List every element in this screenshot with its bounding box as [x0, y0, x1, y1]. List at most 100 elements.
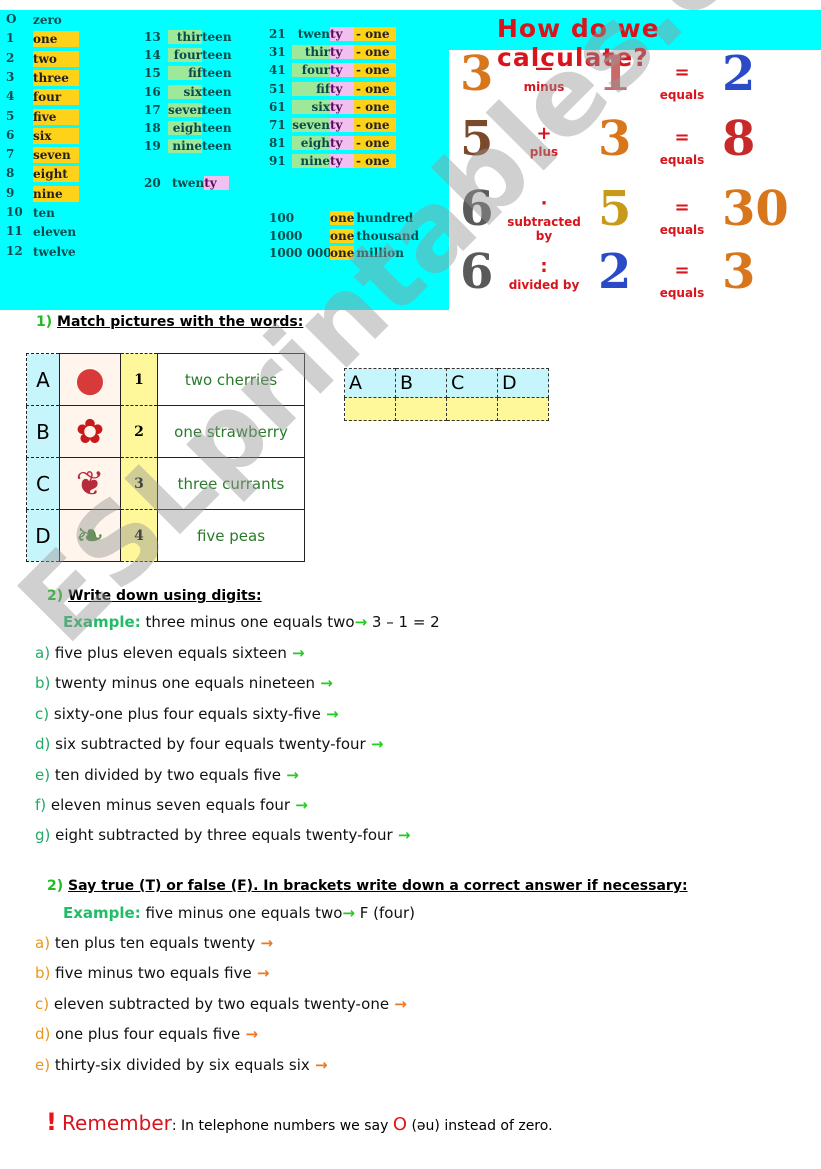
number-digit: 11	[6, 224, 23, 239]
exercise-item: f) eleven minus seven equals four →	[35, 796, 308, 814]
number-word: three	[33, 69, 79, 86]
operator-label: plus	[529, 145, 559, 159]
number-digit: 15	[144, 66, 161, 81]
exercise-item: e) ten divided by two equals five →	[35, 766, 299, 784]
exercise-1-heading: 1) Match pictures with the words:	[36, 314, 303, 330]
exercise-item: a) ten plus ten equals twenty →	[35, 934, 273, 952]
number-word: eighty - one	[292, 136, 396, 151]
equals-label: equals	[659, 286, 705, 300]
exercise-item: b) five minus two equals five →	[35, 964, 270, 982]
number-word: thirteen	[168, 30, 232, 44]
item-letter: b)	[35, 964, 51, 983]
equals-symbol: =	[674, 127, 690, 148]
exercise-item: g) eight subtracted by three equals twen…	[35, 826, 410, 844]
arrow-icon: →	[240, 1025, 259, 1044]
word-stem: fif	[168, 66, 202, 81]
exercise-item: a) five plus eleven equals sixteen →	[35, 644, 305, 662]
word-stem: thir	[292, 45, 330, 60]
example-answer: F (four)	[359, 904, 416, 922]
word-stem: nine	[292, 154, 330, 169]
item-text: one plus four equals five	[50, 1025, 241, 1044]
number-word: one million	[330, 246, 404, 260]
remember-note: ! Remember: In telephone numbers we say …	[46, 1108, 553, 1136]
word-stem: six	[168, 84, 202, 99]
row-number: 1	[120, 353, 158, 406]
word-suffix: teen	[202, 102, 232, 117]
number-word: five	[33, 108, 79, 125]
exercise-item: d) six subtracted by four equals twenty-…	[35, 735, 384, 753]
equals-label: equals	[659, 88, 705, 102]
exercise-item: c) eleven subtracted by two equals twent…	[35, 995, 407, 1013]
word-end: - one	[354, 45, 396, 60]
word-stem: twen	[172, 176, 205, 190]
row-letter: B	[26, 405, 60, 458]
row-letter: C	[26, 457, 60, 510]
digit-a-image: 3	[460, 46, 494, 102]
item-text: eight subtracted by three equals twenty-…	[50, 826, 393, 845]
arrow-icon: →	[354, 613, 368, 631]
number-digit: 17	[144, 102, 161, 117]
row-number: 4	[120, 509, 158, 562]
number-word: seventeen	[168, 102, 232, 117]
row-word: three currants	[157, 457, 305, 510]
word-mid: ty	[330, 63, 354, 78]
word-mid: ty	[330, 27, 354, 41]
word-end: - one	[354, 118, 396, 132]
number-digit: 1	[6, 31, 15, 46]
exercise-2-example: Example: three minus one equals two→ 3 –…	[63, 613, 440, 631]
number-word: eight	[33, 166, 79, 183]
number-digit: 16	[144, 84, 161, 99]
digit-a-image: 6	[460, 181, 494, 237]
number-digit: 2	[6, 50, 15, 65]
answer-blank[interactable]	[497, 397, 549, 421]
digit-a-image: 5	[460, 111, 494, 167]
number-digit: 1000 000	[269, 246, 332, 260]
remember-label: Remember	[62, 1111, 172, 1135]
number-word: thirty - one	[292, 45, 396, 60]
word-suffix: ty	[204, 176, 229, 190]
arrow-icon: →	[392, 826, 411, 845]
row-letter: A	[26, 353, 60, 406]
digit-b-image: 3	[598, 111, 632, 167]
example-text: three minus one equals two	[145, 613, 355, 631]
item-letter: f)	[35, 796, 47, 814]
word-rest: thousand	[356, 228, 420, 243]
table-row: D ❧ 4 five peas	[26, 509, 305, 562]
word-suffix: teen	[202, 66, 232, 81]
number-digit: 61	[269, 99, 286, 114]
answer-letter: B	[395, 368, 447, 398]
table-row: B ✿ 2 one strawberry	[26, 405, 305, 458]
number-digit: 51	[269, 81, 286, 96]
exercise-item: e) thirty-six divided by six equals six …	[35, 1056, 328, 1074]
item-text: twenty minus one equals nineteen	[50, 674, 316, 693]
operator-symbol: ·	[540, 193, 548, 214]
item-text: ten plus ten equals twenty	[50, 934, 256, 952]
answer-letter: D	[497, 368, 549, 398]
result-image: 8	[722, 111, 756, 167]
number-digit: 41	[269, 63, 286, 78]
operator-label: minus	[523, 80, 565, 94]
word-rest: million	[356, 246, 405, 260]
strawberry-image: ●	[59, 353, 121, 406]
answer-blank[interactable]	[344, 397, 396, 421]
number-digit: 71	[269, 118, 286, 132]
number-word: two	[33, 50, 79, 67]
exercise-title: Say true (T) or false (F). In brackets w…	[68, 878, 688, 894]
word-stem: four	[292, 63, 330, 78]
word-one: one	[330, 211, 355, 225]
number-digit: 21	[269, 27, 286, 41]
answer-blank[interactable]	[446, 397, 498, 421]
number-word: eighteen	[168, 121, 232, 135]
number-digit: 20	[144, 176, 161, 190]
result-image: 30	[722, 181, 789, 237]
answer-blank[interactable]	[395, 397, 447, 421]
word-end: - one	[354, 63, 396, 78]
row-word: two cherries	[157, 353, 305, 406]
equals-symbol: =	[674, 260, 690, 281]
word-end: - one	[354, 154, 396, 169]
item-letter: d)	[35, 1025, 51, 1044]
fruit-icon: ❧	[75, 515, 105, 556]
item-letter: d)	[35, 735, 51, 754]
word-stem: six	[292, 99, 330, 114]
exercise-3-example: Example: five minus one equals two→ F (f…	[63, 904, 415, 922]
